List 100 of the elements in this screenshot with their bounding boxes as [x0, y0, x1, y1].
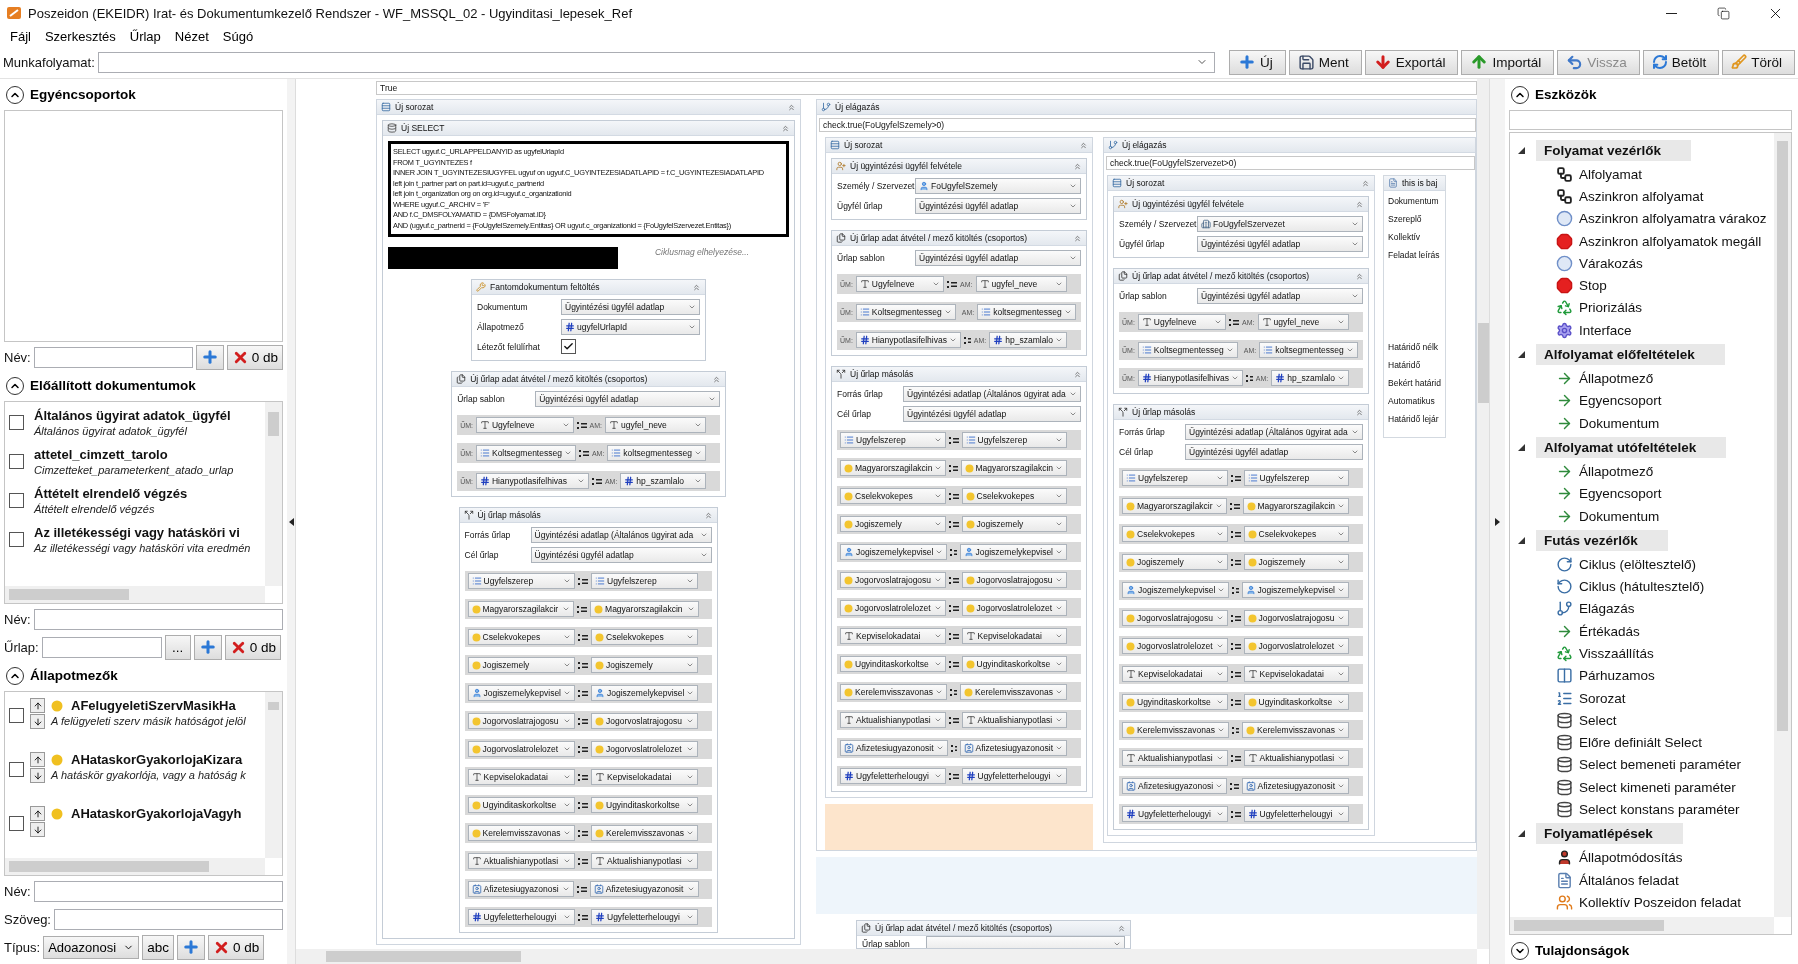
dropdown[interactable]: Ügyintézési ügyfél adatlap: [1197, 287, 1363, 304]
dropdown[interactable]: Ügyintézési ügyfél adatlap: [1185, 443, 1363, 460]
workflow-combo[interactable]: [97, 51, 1216, 73]
dropdown[interactable]: Ugyfeletterhelougyi: [1243, 806, 1349, 822]
collapse-icon[interactable]: [704, 510, 714, 520]
horizontal-scrollbar[interactable]: [296, 949, 1477, 964]
tool-item[interactable]: Dokumentum: [1516, 411, 1774, 435]
text-field[interactable]: [54, 908, 283, 930]
dropdown[interactable]: Kerelemvisszavonas: [467, 825, 575, 841]
dropdown[interactable]: Ügyintézési ügyfél adatlap: [903, 405, 1081, 422]
dropdown[interactable]: Koltsegmentesseg: [1137, 342, 1238, 358]
collapse-icon[interactable]: [1355, 271, 1364, 281]
collapse-icon[interactable]: [711, 374, 721, 384]
dropdown[interactable]: Jogiszemely: [591, 657, 699, 673]
tool-item[interactable]: Elágazás: [1516, 597, 1774, 621]
tool-item[interactable]: Állapotmező: [1516, 367, 1774, 390]
condition-field[interactable]: check.true(FoUgyfelSzervezet>0): [1106, 156, 1475, 170]
dropdown[interactable]: Jogorvoslatrolelozet: [591, 741, 699, 757]
dropdown[interactable]: Jogorvoslatrajogosu: [961, 572, 1067, 588]
dropdown[interactable]: Jogorvoslatrajogosu: [840, 572, 946, 588]
section-header[interactable]: Tulajdonságok: [1509, 937, 1792, 964]
dropdown[interactable]: Aktualishianypotlasi: [1122, 750, 1228, 766]
dropdown[interactable]: Jogorvoslatrajogosu: [1122, 610, 1228, 626]
checkbox[interactable]: [9, 816, 24, 831]
dropdown[interactable]: Kerelemvisszavonas: [960, 684, 1067, 700]
checkbox[interactable]: [9, 493, 24, 508]
dropdown[interactable]: Ugyfelszerep: [591, 573, 699, 589]
dropdown[interactable]: Aktualishianypotlasi: [961, 712, 1067, 728]
dropdown[interactable]: Kerelemvisszavonas: [840, 684, 947, 700]
expand-toggle-icon[interactable]: [1516, 830, 1526, 838]
horizontal-scrollbar[interactable]: [5, 858, 265, 875]
dropdown[interactable]: Koltsegmentesseg: [855, 304, 956, 320]
dropdown[interactable]: Kepviselokadatai: [840, 628, 946, 644]
dropdown[interactable]: Kerelemvisszavonas: [1242, 722, 1349, 738]
add-button[interactable]: [195, 344, 224, 370]
dropdown[interactable]: Jogiszemely: [467, 657, 575, 673]
collapse-icon[interactable]: [1361, 178, 1370, 188]
tool-item[interactable]: Interface: [1516, 319, 1774, 342]
dropdown[interactable]: Jogiszemelykepvisel: [840, 544, 948, 560]
dropdown[interactable]: Jogorvoslatrajogosu: [591, 713, 699, 729]
dropdown[interactable]: koltsegmentesseg: [977, 304, 1076, 320]
dropdown[interactable]: Ugyfelneve: [1137, 314, 1227, 330]
dropdown[interactable]: Ugyfeletterhelougyi: [840, 768, 946, 784]
expand-toggle-icon[interactable]: [1516, 536, 1526, 544]
form-field[interactable]: [41, 636, 162, 658]
toolbar-button[interactable]: Töröl: [1722, 49, 1795, 75]
checkbox[interactable]: [9, 415, 24, 430]
dropdown[interactable]: Jogiszemelykepvisel: [591, 685, 699, 701]
dropdown[interactable]: Afizetesiugyazonosit: [840, 740, 948, 756]
dropdown[interactable]: Jogorvoslatrolelozet: [840, 600, 946, 616]
move-up-button[interactable]: [30, 752, 45, 767]
tool-item[interactable]: Általános feladat: [1516, 869, 1774, 892]
collapse-icon[interactable]: [1073, 369, 1082, 379]
menu-item[interactable]: Súgó: [216, 28, 260, 44]
dropdown[interactable]: Jogiszemely: [1122, 554, 1228, 570]
menu-item[interactable]: Fájl: [4, 28, 37, 44]
dropdown[interactable]: Jogorvoslatrajogosu: [1243, 610, 1349, 626]
dropdown[interactable]: Cselekvokepes: [467, 629, 575, 645]
dropdown[interactable]: Ügyintézési ügyfél adatlap: [915, 197, 1081, 214]
dropdown[interactable]: Ugyfeletterhelougyi: [467, 909, 575, 925]
delete-button[interactable]: 0 db: [224, 634, 281, 660]
dropdown[interactable]: Kepviselokadatai: [961, 628, 1067, 644]
dropdown[interactable]: Ugyfelszerep: [1122, 470, 1228, 486]
dropdown[interactable]: Ügyintézési adatlap (Általános ügyirat ada: [1185, 423, 1363, 440]
dropdown[interactable]: Cselekvokepes: [840, 488, 946, 504]
dropdown[interactable]: Jogorvoslatrolelozet: [961, 600, 1067, 616]
expand-toggle-icon[interactable]: [1516, 350, 1526, 358]
move-up-button[interactable]: [30, 698, 45, 713]
move-down-button[interactable]: [30, 768, 45, 783]
collapse-icon[interactable]: [787, 102, 796, 112]
menu-item[interactable]: Szerkesztés: [38, 28, 122, 44]
collapse-icon[interactable]: [781, 123, 790, 133]
section-header[interactable]: Előállított dokumentumok: [4, 372, 283, 399]
dropdown[interactable]: Afizetesiugyazonosi: [467, 881, 574, 897]
name-field[interactable]: [33, 880, 283, 902]
checkbox[interactable]: [561, 339, 576, 354]
tool-item[interactable]: Priorizálás: [1516, 296, 1774, 320]
dropdown[interactable]: Jogiszemelykepvisel: [959, 544, 1067, 560]
expand-toggle-icon[interactable]: [1516, 146, 1526, 154]
dropdown[interactable]: Ugyfeletterhelougyi: [961, 768, 1067, 784]
dropdown[interactable]: Magyarorszagilakcir: [1122, 498, 1227, 514]
tool-item[interactable]: Állapotmódosítás: [1516, 846, 1774, 869]
collapse-icon[interactable]: [1355, 407, 1364, 417]
dropdown[interactable]: Ugyfelszerep: [840, 432, 946, 448]
dropdown[interactable]: Ugyfelszerep: [467, 573, 575, 589]
dropdown[interactable]: hp_szamlalo: [989, 332, 1067, 348]
dropdown[interactable]: Ügyintézési ügyfél adatlap: [561, 298, 700, 315]
checkbox[interactable]: [9, 532, 24, 547]
dropdown[interactable]: Ugyfeletterhelougyi: [1122, 806, 1228, 822]
tool-item[interactable]: Előre definiált Select: [1516, 731, 1774, 754]
dropdown[interactable]: Ügyintézési ügyfél adatlap: [530, 546, 713, 563]
toolbar-button[interactable]: Új: [1229, 49, 1286, 75]
checkbox[interactable]: [9, 762, 24, 777]
dropdown[interactable]: Ugyinditaskorkoltse: [1122, 694, 1228, 710]
dropdown[interactable]: Jogiszemelykepvisel: [1241, 582, 1349, 598]
dropdown[interactable]: Ugyfelszerep: [961, 432, 1067, 448]
collapse-icon[interactable]: [1355, 199, 1364, 209]
move-up-button[interactable]: [30, 806, 45, 821]
tool-item[interactable]: Select bemeneti paraméter: [1516, 753, 1774, 777]
dropdown[interactable]: hp_szamlalo: [1271, 370, 1349, 386]
